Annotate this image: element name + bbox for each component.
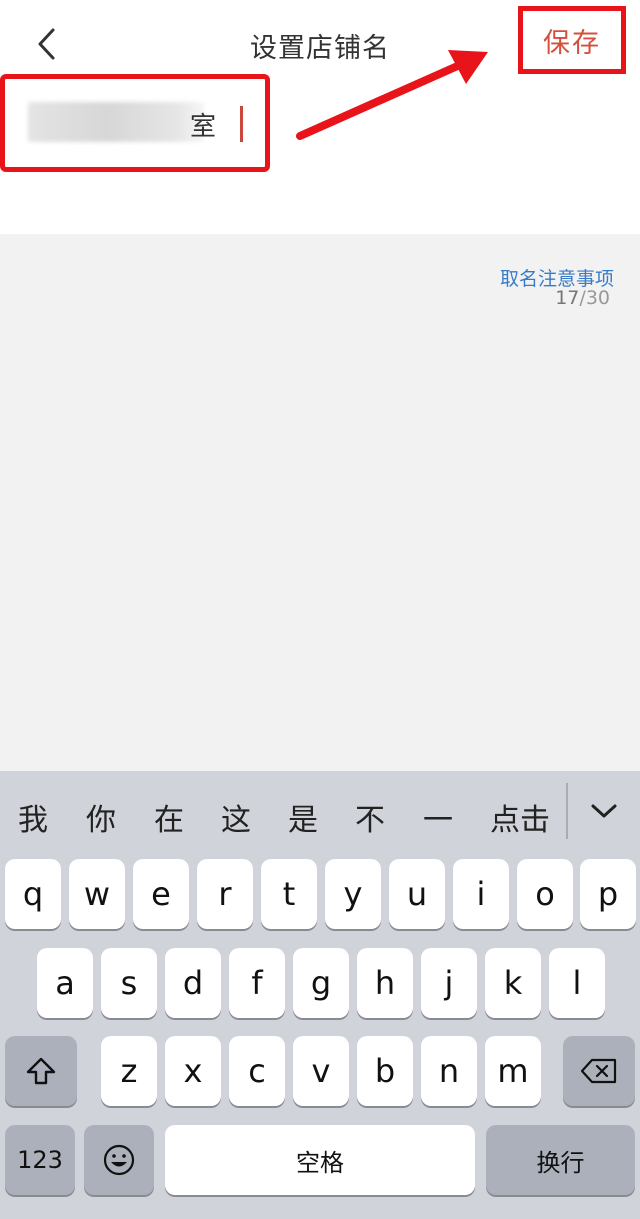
key-e[interactable]: e: [133, 859, 189, 929]
key-c[interactable]: c: [229, 1036, 285, 1106]
key-l[interactable]: l: [549, 948, 605, 1018]
chevron-down-icon: [591, 804, 617, 818]
candidate-word[interactable]: 你: [86, 795, 116, 839]
key-k[interactable]: k: [485, 948, 541, 1018]
key-f[interactable]: f: [229, 948, 285, 1018]
key-q[interactable]: q: [5, 859, 61, 929]
collapse-candidates-button[interactable]: [582, 789, 626, 833]
candidate-word[interactable]: 是: [288, 795, 318, 839]
key-y[interactable]: y: [325, 859, 381, 929]
keyboard: 我 你 在 这 是 不 一 点击 q w e r t y u i o p a s…: [0, 771, 640, 1219]
key-s[interactable]: s: [101, 948, 157, 1018]
candidate-divider: [566, 783, 568, 839]
key-i[interactable]: i: [453, 859, 509, 929]
save-button[interactable]: 保存: [518, 6, 626, 74]
key-b[interactable]: b: [357, 1036, 413, 1106]
emoji-icon: [103, 1144, 135, 1176]
key-t[interactable]: t: [261, 859, 317, 929]
naming-tips-link[interactable]: 取名注意事项: [500, 264, 614, 291]
backspace-icon: [580, 1058, 617, 1084]
key-z[interactable]: z: [101, 1036, 157, 1106]
candidate-word[interactable]: 一: [423, 795, 453, 839]
candidate-word[interactable]: 不: [355, 795, 385, 839]
key-v[interactable]: v: [293, 1036, 349, 1106]
key-w[interactable]: w: [69, 859, 125, 929]
candidate-word[interactable]: 这: [221, 795, 251, 839]
key-a[interactable]: a: [37, 948, 93, 1018]
space-key[interactable]: 空格: [165, 1125, 475, 1195]
shift-key[interactable]: [5, 1036, 77, 1106]
delete-key[interactable]: [563, 1036, 635, 1106]
key-n[interactable]: n: [421, 1036, 477, 1106]
key-o[interactable]: o: [517, 859, 573, 929]
key-g[interactable]: g: [293, 948, 349, 1018]
key-m[interactable]: m: [485, 1036, 541, 1106]
numbers-key[interactable]: 123: [5, 1125, 75, 1195]
key-p[interactable]: p: [580, 859, 636, 929]
shop-name-highlight-box: [0, 74, 270, 172]
emoji-key[interactable]: [84, 1125, 154, 1195]
key-d[interactable]: d: [165, 948, 221, 1018]
shift-icon: [26, 1057, 56, 1085]
key-h[interactable]: h: [357, 948, 413, 1018]
return-key[interactable]: 换行: [486, 1125, 635, 1195]
candidate-word[interactable]: 点击: [490, 795, 550, 839]
key-r[interactable]: r: [197, 859, 253, 929]
key-j[interactable]: j: [421, 948, 477, 1018]
key-u[interactable]: u: [389, 859, 445, 929]
key-x[interactable]: x: [165, 1036, 221, 1106]
candidate-bar: 我 你 在 这 是 不 一 点击: [0, 771, 640, 857]
candidate-word[interactable]: 我: [18, 795, 48, 839]
candidate-word[interactable]: 在: [154, 795, 184, 839]
